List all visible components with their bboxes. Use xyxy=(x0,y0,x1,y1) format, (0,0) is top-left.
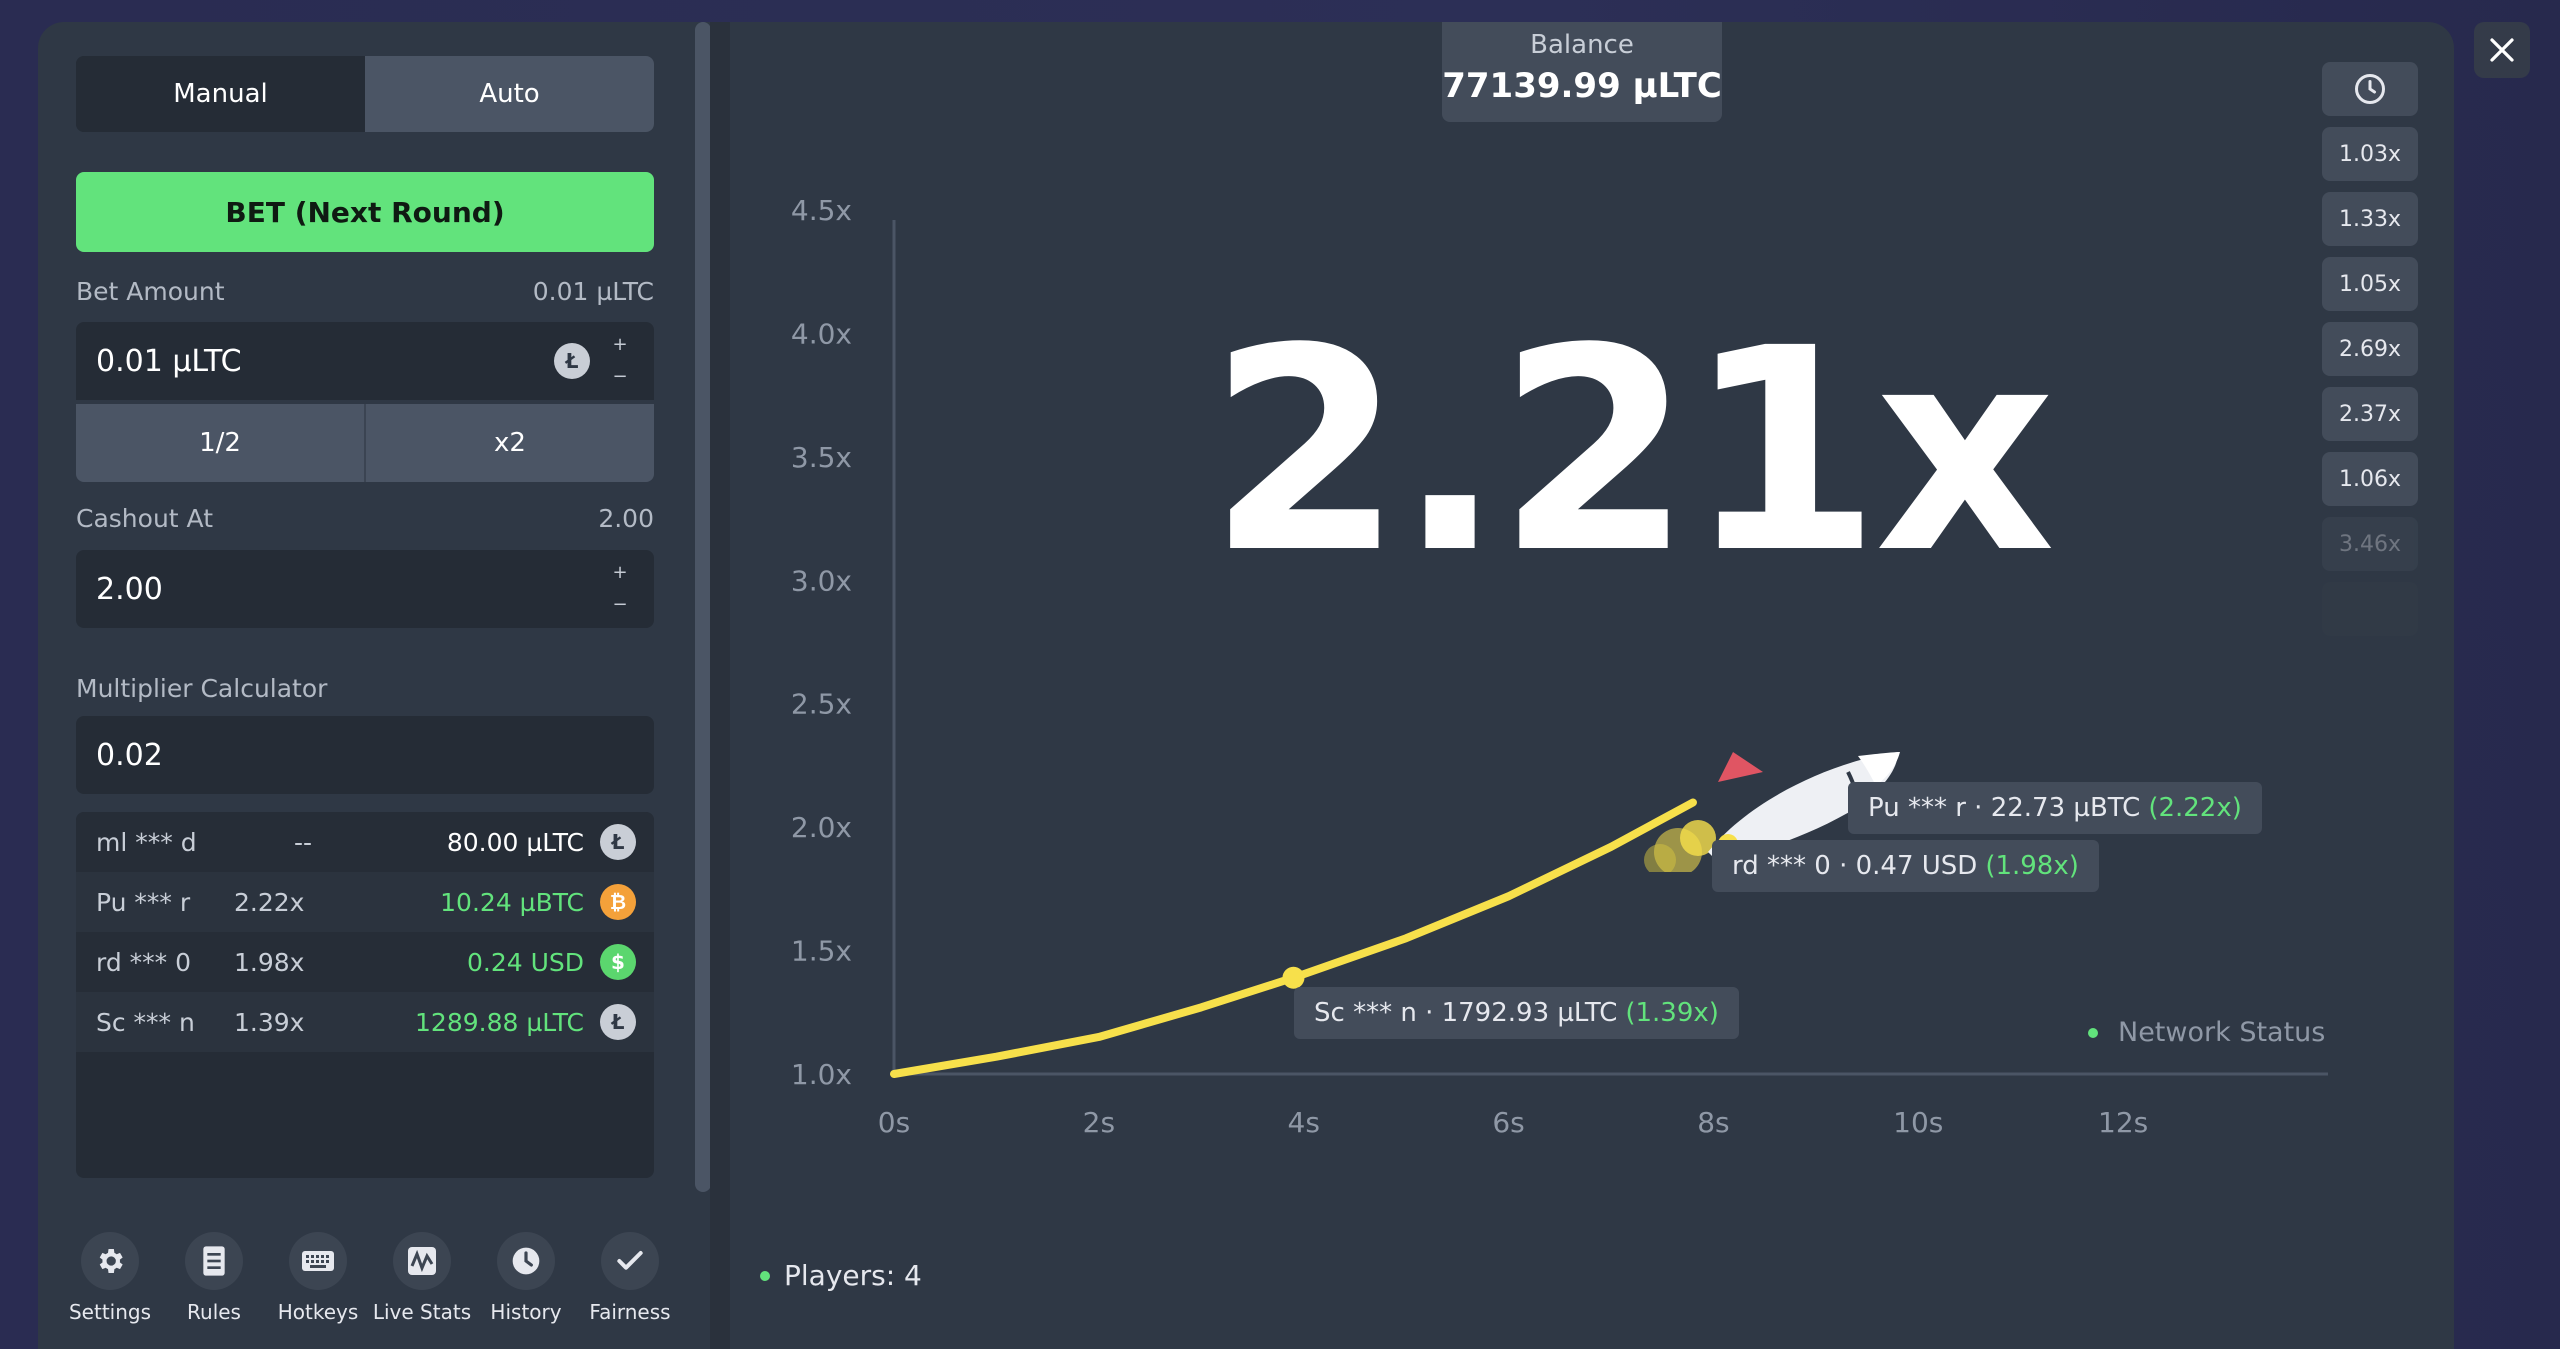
y-tick-label: 1.0x xyxy=(791,1058,852,1091)
close-icon xyxy=(2490,38,2514,62)
x-tick-label: 2s xyxy=(1083,1106,1115,1139)
tooltip-multiplier: (1.39x) xyxy=(1625,998,1719,1028)
recent-multiplier[interactable]: 1.06x xyxy=(2322,452,2418,506)
recent-multiplier-placeholder xyxy=(2322,582,2418,636)
x-tick-label: 0s xyxy=(878,1106,910,1139)
x-tick-label: 4s xyxy=(1288,1106,1320,1139)
y-tick-label: 3.5x xyxy=(791,441,852,474)
recent-multiplier[interactable]: 3.46x xyxy=(2322,517,2418,571)
balance-value: 77139.99 µLTC xyxy=(1442,66,1722,106)
y-tick-label: 1.5x xyxy=(791,935,852,968)
cashout-marker xyxy=(1282,966,1305,989)
tooltip-text: Pu *** r · 22.73 µBTC xyxy=(1868,793,2141,823)
recent-multiplier[interactable]: 1.03x xyxy=(2322,127,2418,181)
x-tick-label: 10s xyxy=(1893,1106,1943,1139)
y-tick-label: 2.0x xyxy=(791,811,852,844)
recent-multiplier[interactable]: 2.69x xyxy=(2322,322,2418,376)
x-tick-label: 12s xyxy=(2098,1106,2148,1139)
network-status: Network Status xyxy=(2088,1017,2325,1048)
tooltip-text: Sc *** n · 1792.93 µLTC xyxy=(1314,998,1618,1028)
status-dot xyxy=(2088,1027,2098,1038)
y-tick-label: 4.0x xyxy=(791,317,852,350)
tooltip-text: rd *** 0 · 0.47 USD xyxy=(1732,851,1978,881)
recent-multiplier[interactable]: 2.37x xyxy=(2322,387,2418,441)
player-cashout-tooltip: rd *** 0 · 0.47 USD (1.98x) xyxy=(1712,840,2099,892)
recent-multiplier[interactable]: 1.33x xyxy=(2322,192,2418,246)
close-button[interactable] xyxy=(2474,22,2530,78)
player-cashout-tooltip: Pu *** r · 22.73 µBTC (2.22x) xyxy=(1848,782,2262,834)
recent-multiplier[interactable]: 1.05x xyxy=(2322,257,2418,311)
recent-multipliers: 1.03x 1.33x 1.05x 2.69x 2.37x 1.06x 3.46… xyxy=(2322,62,2418,647)
network-status-label: Network Status xyxy=(2118,1017,2326,1048)
tooltip-multiplier: (1.98x) xyxy=(1985,851,2079,881)
y-tick-label: 2.5x xyxy=(791,688,852,721)
x-tick-label: 6s xyxy=(1492,1106,1524,1139)
balance-label: Balance xyxy=(1530,30,1634,60)
crash-game-modal: Manual Auto BET (Next Round) Bet Amount … xyxy=(38,22,2454,1349)
current-multiplier: 2.21x xyxy=(1208,289,2055,615)
balance-box: Balance 77139.99 µLTC xyxy=(1442,22,1722,122)
players-count: Players: 4 xyxy=(760,1259,922,1292)
status-dot xyxy=(760,1270,770,1281)
x-tick-label: 8s xyxy=(1697,1106,1729,1139)
y-tick-label: 3.0x xyxy=(791,564,852,597)
history-button[interactable] xyxy=(2322,62,2418,116)
multiplier-chart: 1.0x 1.5x 2.0x 2.5x 3.0x 3.5x 4.0x 4.5x 0s 2s 4s 6s… xyxy=(791,194,2328,1139)
player-cashout-tooltip: Sc *** n · 1792.93 µLTC (1.39x) xyxy=(1294,987,1739,1039)
clock-icon xyxy=(2355,74,2385,104)
tooltip-multiplier: (2.22x) xyxy=(2148,793,2242,823)
y-tick-label: 4.5x xyxy=(791,194,852,227)
players-count-label: Players: 4 xyxy=(784,1259,922,1292)
